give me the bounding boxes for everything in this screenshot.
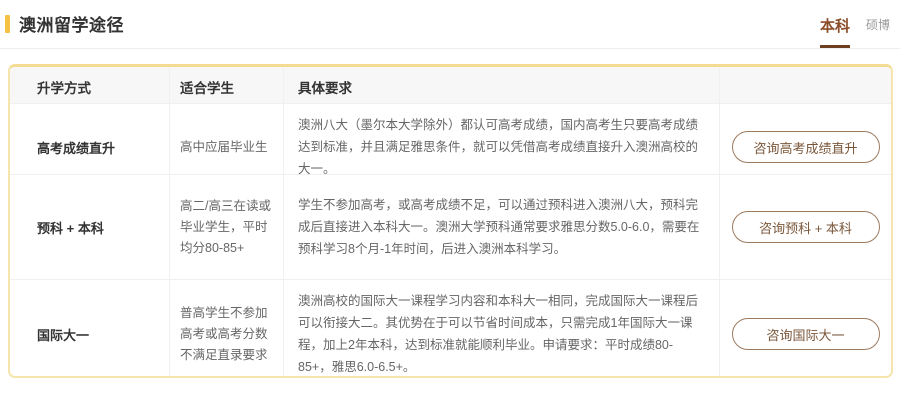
- requirements-text: 澳洲高校的国际大一课程学习内容和本科大一相同，完成国际大一课程后可以衔接大二。其…: [298, 290, 703, 378]
- students-text: 普高学生不参加高考或高考分数不满足直录要求: [180, 303, 275, 366]
- method-label: 国际大一: [37, 325, 89, 344]
- method-label: 预科 + 本科: [37, 218, 104, 237]
- table-row: 国际大一 普高学生不参加高考或高考分数不满足直录要求 澳洲高校的国际大一课程学习…: [10, 279, 891, 376]
- page: 澳洲留学途径 本科 硕博 升学方式 适合学生 具体要求 高考成绩直升 高中应届毕…: [0, 0, 900, 407]
- method-label: 高考成绩直升: [37, 138, 115, 157]
- consult-foundation-button[interactable]: 咨询预科 + 本科: [732, 211, 880, 243]
- title-accent-bar: [5, 15, 10, 33]
- section-header: 澳洲留学途径 本科 硕博: [0, 0, 900, 49]
- students-text: 高中应届毕业生: [180, 137, 268, 158]
- requirements-text: 学生不参加高考，或高考成绩不足，可以通过预科进入澳洲八大，预科完成后直接进入本科…: [298, 194, 703, 260]
- column-header-requirements: 具体要求: [284, 67, 720, 107]
- column-header-students: 适合学生: [170, 67, 284, 107]
- table-header-row: 升学方式 适合学生 具体要求: [10, 67, 891, 103]
- tab-postgraduate[interactable]: 硕博: [866, 16, 890, 48]
- requirements-text: 澳洲八大（墨尔本大学除外）都认可高考成绩，国内高考生只要高考成绩达到标准，并且满…: [298, 114, 703, 180]
- students-text: 高二/高三在读或毕业学生，平时均分80-85+: [180, 196, 275, 259]
- column-header-action: [720, 67, 891, 107]
- title-wrap: 澳洲留学途径: [5, 11, 124, 48]
- tab-undergraduate[interactable]: 本科: [820, 15, 850, 48]
- consult-international-year1-button[interactable]: 咨询国际大一: [732, 318, 880, 350]
- tab-bar: 本科 硕博: [820, 15, 890, 48]
- consult-gaokao-direct-button[interactable]: 咨询高考成绩直升: [732, 131, 880, 163]
- pathway-table: 升学方式 适合学生 具体要求 高考成绩直升 高中应届毕业生 澳洲八大（墨尔本大学…: [8, 64, 893, 378]
- page-title: 澳洲留学途径: [19, 11, 124, 36]
- table-row: 高考成绩直升 高中应届毕业生 澳洲八大（墨尔本大学除外）都认可高考成绩，国内高考…: [10, 103, 891, 174]
- column-header-method: 升学方式: [10, 67, 170, 107]
- table-row: 预科 + 本科 高二/高三在读或毕业学生，平时均分80-85+ 学生不参加高考，…: [10, 174, 891, 279]
